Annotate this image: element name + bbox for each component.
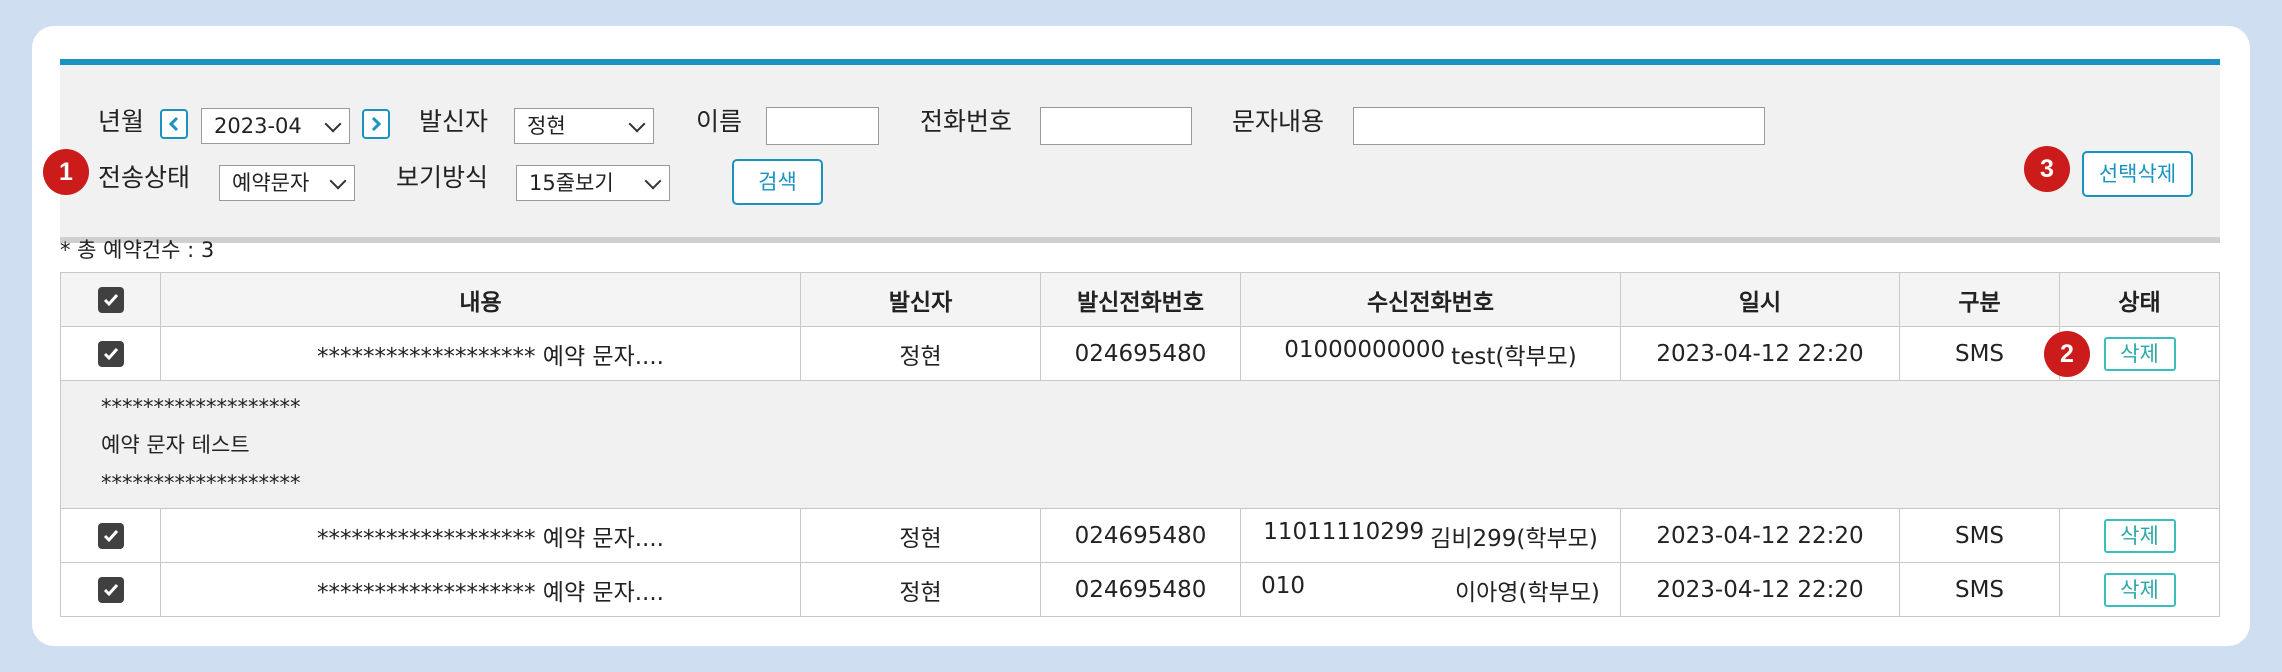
row-recv-phone: 11011110299 김비299(학부모)	[1240, 508, 1621, 563]
row-recv-phone: 01000000000 test(학부모)	[1240, 326, 1621, 381]
table-header-row: 내용 발신자 발신전화번호 수신전화번호 일시 구분 상태	[60, 272, 2220, 327]
row-content[interactable]: ******************* 예약 문자....	[160, 326, 801, 381]
sender-label: 발신자	[419, 107, 489, 136]
header-datetime: 일시	[1620, 272, 1900, 327]
row-sender-phone: 024695480	[1040, 562, 1241, 617]
reservation-count: * 총 예약건수 : 3	[60, 238, 215, 262]
filter-panel: 년월 2023-04 발신자 정현 이름 전화번호 문자내용 전송상태 예약문자…	[60, 59, 2220, 243]
chevron-left-icon	[168, 116, 179, 132]
detail-row: ******************* 예약 문자 테스트 **********…	[60, 380, 2220, 509]
content-input[interactable]	[1353, 107, 1765, 145]
row-select-cell[interactable]	[60, 562, 161, 617]
table-row[interactable]: ******************* 예약 문자.... 정현 0246954…	[60, 508, 2220, 563]
row-type: SMS	[1899, 508, 2060, 563]
view-label: 보기방식	[396, 163, 489, 192]
month-select[interactable]: 2023-04	[201, 108, 350, 144]
delete-button[interactable]: 삭제	[2103, 336, 2176, 371]
row-select-cell[interactable]	[60, 326, 161, 381]
row-sender: 정현	[800, 562, 1041, 617]
month-select-value: 2023-04	[214, 114, 302, 138]
row-status: 삭제	[2059, 508, 2220, 563]
row-content[interactable]: ******************* 예약 문자....	[160, 508, 801, 563]
annotation-badge-3: 3	[2024, 146, 2070, 192]
header-recv-phone: 수신전화번호	[1240, 272, 1621, 327]
name-label: 이름	[696, 107, 743, 136]
reservation-table: 내용 발신자 발신전화번호 수신전화번호 일시 구분 상태 **********…	[60, 272, 2220, 617]
view-select[interactable]: 15줄보기	[516, 165, 670, 201]
delete-button[interactable]: 삭제	[2103, 518, 2176, 553]
chevron-down-icon	[644, 172, 662, 190]
chevron-down-icon	[628, 115, 646, 133]
checkbox-checked-icon[interactable]	[97, 576, 124, 603]
row-datetime: 2023-04-12 22:20	[1620, 508, 1900, 563]
row-sender: 정현	[800, 508, 1041, 563]
checkbox-checked-icon[interactable]	[97, 286, 124, 313]
next-month-button[interactable]	[362, 109, 390, 139]
annotation-badge-2: 2	[2044, 331, 2090, 377]
view-select-value: 15줄보기	[529, 171, 614, 195]
annotation-badge-1: 1	[43, 149, 89, 195]
recv-number: 11011110299	[1263, 518, 1425, 545]
recv-name: 김비299(학부모)	[1430, 525, 1598, 552]
header-type: 구분	[1899, 272, 2060, 327]
recv-number: 010	[1261, 572, 1305, 599]
recv-name: test(학부모)	[1451, 343, 1577, 370]
row-datetime: 2023-04-12 22:20	[1620, 326, 1900, 381]
checkbox-checked-icon[interactable]	[97, 340, 124, 367]
table-row[interactable]: ******************* 예약 문자.... 정현 0246954…	[60, 326, 2220, 381]
status-select-value: 예약문자	[232, 171, 310, 195]
row-sender-phone: 024695480	[1040, 508, 1241, 563]
select-all-cell[interactable]	[60, 272, 161, 327]
row-status: 삭제	[2059, 562, 2220, 617]
row-content[interactable]: ******************* 예약 문자....	[160, 562, 801, 617]
name-input[interactable]	[766, 107, 879, 145]
status-label: 전송상태	[98, 163, 191, 192]
row-datetime: 2023-04-12 22:20	[1620, 562, 1900, 617]
chevron-down-icon	[324, 115, 342, 133]
prev-month-button[interactable]	[160, 109, 188, 139]
checkbox-checked-icon[interactable]	[97, 522, 124, 549]
detail-line: 예약 문자 테스트	[101, 432, 250, 457]
phone-label: 전화번호	[920, 107, 1013, 136]
detail-line: *******************	[101, 394, 301, 419]
row-sender: 정현	[800, 326, 1041, 381]
header-sender: 발신자	[800, 272, 1041, 327]
table-row[interactable]: ******************* 예약 문자.... 정현 0246954…	[60, 562, 2220, 617]
sender-select-value: 정현	[527, 114, 566, 138]
row-type: SMS	[1899, 326, 2060, 381]
content-label: 문자내용	[1232, 107, 1325, 136]
recv-name: 이아영(학부모)	[1454, 579, 1600, 606]
row-type: SMS	[1899, 562, 2060, 617]
search-button[interactable]: 검색	[732, 159, 823, 205]
header-status: 상태	[2059, 272, 2220, 327]
row-recv-phone: 010 이아영(학부모)	[1240, 562, 1621, 617]
header-sender-phone: 발신전화번호	[1040, 272, 1241, 327]
detail-line: *******************	[101, 470, 301, 495]
phone-input[interactable]	[1040, 107, 1192, 145]
delete-button[interactable]: 삭제	[2103, 572, 2176, 607]
month-label: 년월	[98, 107, 145, 136]
status-select[interactable]: 예약문자	[219, 165, 355, 201]
chevron-right-icon	[371, 116, 382, 132]
recv-number: 01000000000	[1284, 336, 1446, 363]
sender-select[interactable]: 정현	[514, 108, 654, 144]
row-sender-phone: 024695480	[1040, 326, 1241, 381]
delete-selected-button[interactable]: 선택삭제	[2082, 151, 2193, 197]
row-select-cell[interactable]	[60, 508, 161, 563]
message-detail: ******************* 예약 문자 테스트 **********…	[60, 380, 2220, 509]
header-content: 내용	[160, 272, 801, 327]
chevron-down-icon	[329, 172, 347, 190]
